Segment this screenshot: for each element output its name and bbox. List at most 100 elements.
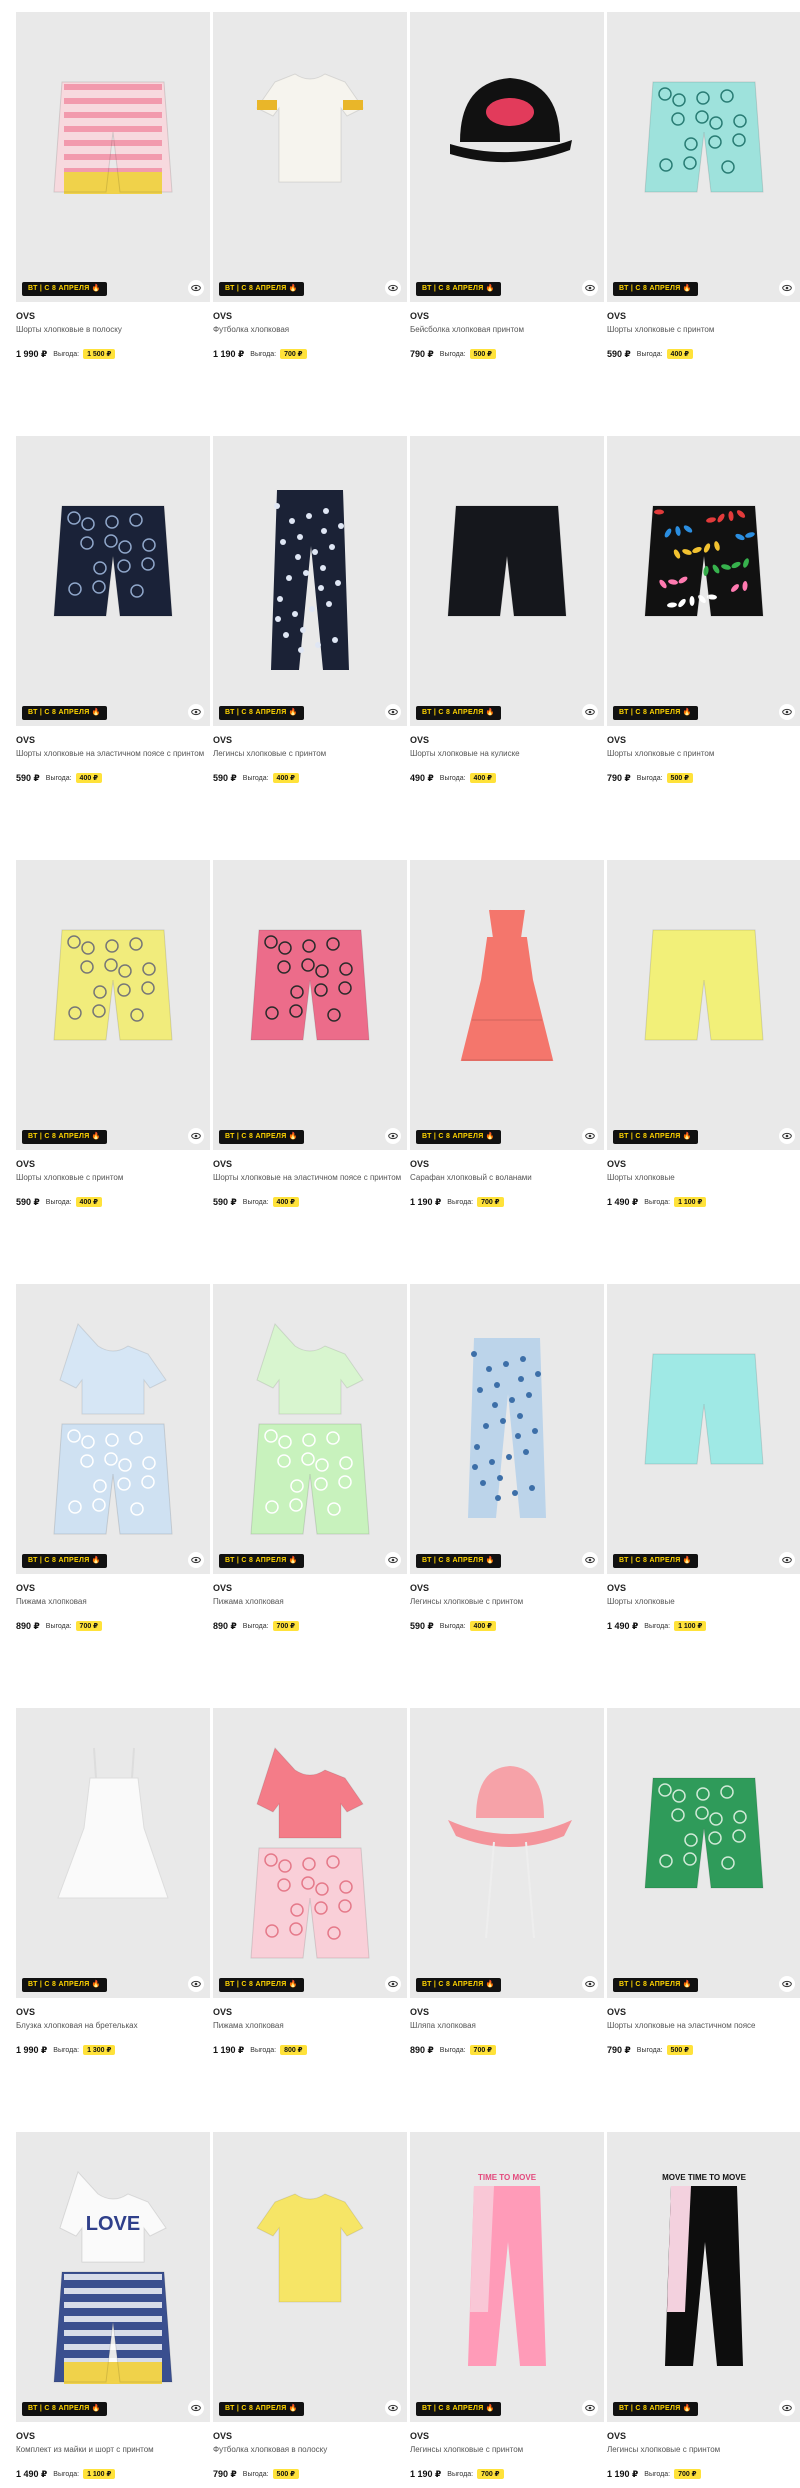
product-card[interactable]: ВТ | С 8 АПРЕЛЯ 🔥 OVS Шорты хлопковые с … <box>16 860 210 1209</box>
product-name[interactable]: Шорты хлопковые с принтом <box>607 748 800 770</box>
quick-view-eye-icon[interactable] <box>582 1976 598 1992</box>
product-card[interactable]: ВТ | С 8 АПРЕЛЯ 🔥 OVS Шорты хлопковые на… <box>410 436 604 785</box>
product-name[interactable]: Бейсболка хлопковая принтом <box>410 324 604 346</box>
product-card[interactable]: ВТ | С 8 АПРЕЛЯ 🔥 OVS Блузка хлопковая н… <box>16 1708 210 2057</box>
product-image[interactable]: ВТ | С 8 АПРЕЛЯ 🔥 <box>213 2132 407 2422</box>
product-name[interactable]: Шляпа хлопковая <box>410 2020 604 2042</box>
product-brand[interactable]: OVS <box>410 2430 604 2442</box>
quick-view-eye-icon[interactable] <box>188 1128 204 1144</box>
quick-view-eye-icon[interactable] <box>779 280 795 296</box>
product-image[interactable]: ВТ | С 8 АПРЕЛЯ 🔥 <box>213 1284 407 1574</box>
quick-view-eye-icon[interactable] <box>582 1552 598 1568</box>
product-image[interactable]: ВТ | С 8 АПРЕЛЯ 🔥 <box>16 436 210 726</box>
quick-view-eye-icon[interactable] <box>779 1976 795 1992</box>
quick-view-eye-icon[interactable] <box>385 2400 401 2416</box>
product-card[interactable]: ВТ | С 8 АПРЕЛЯ 🔥 OVS Шорты хлопковые в … <box>16 12 210 361</box>
quick-view-eye-icon[interactable] <box>779 1128 795 1144</box>
product-brand[interactable]: OVS <box>410 310 604 322</box>
product-name[interactable]: Легинсы хлопковые с принтом <box>213 748 407 770</box>
product-brand[interactable]: OVS <box>213 734 407 746</box>
product-card[interactable]: ВТ | С 8 АПРЕЛЯ 🔥 OVS Сарафан хлопковый … <box>410 860 604 1209</box>
product-image[interactable]: ВТ | С 8 АПРЕЛЯ 🔥 <box>16 860 210 1150</box>
product-image[interactable]: MOVE TIME TO MOVE ВТ | С 8 АПРЕЛЯ 🔥 <box>607 2132 800 2422</box>
product-image[interactable]: ВТ | С 8 АПРЕЛЯ 🔥 <box>213 436 407 726</box>
quick-view-eye-icon[interactable] <box>779 1552 795 1568</box>
product-card[interactable]: LOVE ВТ | С 8 АПРЕЛЯ 🔥 OVS Комплект из м… <box>16 2132 210 2481</box>
product-name[interactable]: Легинсы хлопковые с принтом <box>607 2444 800 2466</box>
quick-view-eye-icon[interactable] <box>188 704 204 720</box>
product-brand[interactable]: OVS <box>213 1158 407 1170</box>
product-image[interactable]: ВТ | С 8 АПРЕЛЯ 🔥 <box>410 12 604 302</box>
quick-view-eye-icon[interactable] <box>582 704 598 720</box>
product-image[interactable]: TIME TO MOVE ВТ | С 8 АПРЕЛЯ 🔥 <box>410 2132 604 2422</box>
quick-view-eye-icon[interactable] <box>779 2400 795 2416</box>
product-brand[interactable]: OVS <box>607 2430 800 2442</box>
product-card[interactable]: ВТ | С 8 АПРЕЛЯ 🔥 OVS Шляпа хлопковая 89… <box>410 1708 604 2057</box>
product-name[interactable]: Шорты хлопковые с принтом <box>607 324 800 346</box>
quick-view-eye-icon[interactable] <box>582 280 598 296</box>
product-name[interactable]: Пижама хлопковая <box>213 2020 407 2042</box>
product-name[interactable]: Блузка хлопковая на бретельках <box>16 2020 210 2042</box>
product-brand[interactable]: OVS <box>213 2006 407 2018</box>
product-brand[interactable]: OVS <box>16 734 210 746</box>
product-image[interactable]: ВТ | С 8 АПРЕЛЯ 🔥 <box>410 436 604 726</box>
quick-view-eye-icon[interactable] <box>582 1128 598 1144</box>
product-brand[interactable]: OVS <box>16 1582 210 1594</box>
product-name[interactable]: Шорты хлопковые <box>607 1172 800 1194</box>
product-card[interactable]: ВТ | С 8 АПРЕЛЯ 🔥 OVS Шорты хлопковые на… <box>16 436 210 785</box>
product-name[interactable]: Шорты хлопковые в полоску <box>16 324 210 346</box>
product-image[interactable]: ВТ | С 8 АПРЕЛЯ 🔥 <box>213 1708 407 1998</box>
quick-view-eye-icon[interactable] <box>188 1552 204 1568</box>
product-card[interactable]: ВТ | С 8 АПРЕЛЯ 🔥 OVS Пижама хлопковая 8… <box>213 1284 407 1633</box>
product-name[interactable]: Шорты хлопковые на эластичном поясе <box>607 2020 800 2042</box>
quick-view-eye-icon[interactable] <box>188 2400 204 2416</box>
product-brand[interactable]: OVS <box>16 2006 210 2018</box>
product-image[interactable]: ВТ | С 8 АПРЕЛЯ 🔥 <box>16 12 210 302</box>
product-card[interactable]: ВТ | С 8 АПРЕЛЯ 🔥 OVS Пижама хлопковая 1… <box>213 1708 407 2057</box>
product-name[interactable]: Шорты хлопковые на эластичном поясе с пр… <box>213 1172 407 1194</box>
product-card[interactable]: ВТ | С 8 АПРЕЛЯ 🔥 OVS Легинсы хлопковые … <box>410 1284 604 1633</box>
product-card[interactable]: ВТ | С 8 АПРЕЛЯ 🔥 OVS Шорты хлопковые 1 … <box>607 860 800 1209</box>
product-brand[interactable]: OVS <box>410 1158 604 1170</box>
product-image[interactable]: ВТ | С 8 АПРЕЛЯ 🔥 <box>213 12 407 302</box>
product-card[interactable]: ВТ | С 8 АПРЕЛЯ 🔥 OVS Шорты хлопковые с … <box>607 436 800 785</box>
product-brand[interactable]: OVS <box>410 1582 604 1594</box>
quick-view-eye-icon[interactable] <box>188 1976 204 1992</box>
product-card[interactable]: ВТ | С 8 АПРЕЛЯ 🔥 OVS Шорты хлопковые на… <box>607 1708 800 2057</box>
product-brand[interactable]: OVS <box>607 1158 800 1170</box>
product-card[interactable]: TIME TO MOVE ВТ | С 8 АПРЕЛЯ 🔥 OVS Легин… <box>410 2132 604 2481</box>
product-name[interactable]: Сарафан хлопковый с воланами <box>410 1172 604 1194</box>
product-brand[interactable]: OVS <box>16 1158 210 1170</box>
quick-view-eye-icon[interactable] <box>582 2400 598 2416</box>
product-brand[interactable]: OVS <box>16 2430 210 2442</box>
product-name[interactable]: Шорты хлопковые с принтом <box>16 1172 210 1194</box>
quick-view-eye-icon[interactable] <box>385 1128 401 1144</box>
product-image[interactable]: ВТ | С 8 АПРЕЛЯ 🔥 <box>410 1708 604 1998</box>
product-card[interactable]: ВТ | С 8 АПРЕЛЯ 🔥 OVS Шорты хлопковые 1 … <box>607 1284 800 1633</box>
product-brand[interactable]: OVS <box>607 1582 800 1594</box>
product-brand[interactable]: OVS <box>410 734 604 746</box>
product-name[interactable]: Пижама хлопковая <box>16 1596 210 1618</box>
product-image[interactable]: ВТ | С 8 АПРЕЛЯ 🔥 <box>410 1284 604 1574</box>
product-image[interactable]: ВТ | С 8 АПРЕЛЯ 🔥 <box>16 1708 210 1998</box>
product-card[interactable]: ВТ | С 8 АПРЕЛЯ 🔥 OVS Футболка хлопковая… <box>213 2132 407 2481</box>
product-name[interactable]: Легинсы хлопковые с принтом <box>410 2444 604 2466</box>
product-image[interactable]: ВТ | С 8 АПРЕЛЯ 🔥 <box>607 860 800 1150</box>
product-brand[interactable]: OVS <box>213 310 407 322</box>
product-image[interactable]: ВТ | С 8 АПРЕЛЯ 🔥 <box>410 860 604 1150</box>
quick-view-eye-icon[interactable] <box>188 280 204 296</box>
product-name[interactable]: Шорты хлопковые <box>607 1596 800 1618</box>
product-image[interactable]: ВТ | С 8 АПРЕЛЯ 🔥 <box>607 1284 800 1574</box>
quick-view-eye-icon[interactable] <box>779 704 795 720</box>
product-brand[interactable]: OVS <box>607 2006 800 2018</box>
product-image[interactable]: ВТ | С 8 АПРЕЛЯ 🔥 <box>213 860 407 1150</box>
product-name[interactable]: Футболка хлопковая <box>213 324 407 346</box>
product-image[interactable]: ВТ | С 8 АПРЕЛЯ 🔥 <box>607 1708 800 1998</box>
product-brand[interactable]: OVS <box>16 310 210 322</box>
product-name[interactable]: Пижама хлопковая <box>213 1596 407 1618</box>
product-image[interactable]: ВТ | С 8 АПРЕЛЯ 🔥 <box>16 1284 210 1574</box>
product-name[interactable]: Шорты хлопковые на кулиске <box>410 748 604 770</box>
product-card[interactable]: ВТ | С 8 АПРЕЛЯ 🔥 OVS Бейсболка хлопкова… <box>410 12 604 361</box>
product-brand[interactable]: OVS <box>607 310 800 322</box>
quick-view-eye-icon[interactable] <box>385 1976 401 1992</box>
